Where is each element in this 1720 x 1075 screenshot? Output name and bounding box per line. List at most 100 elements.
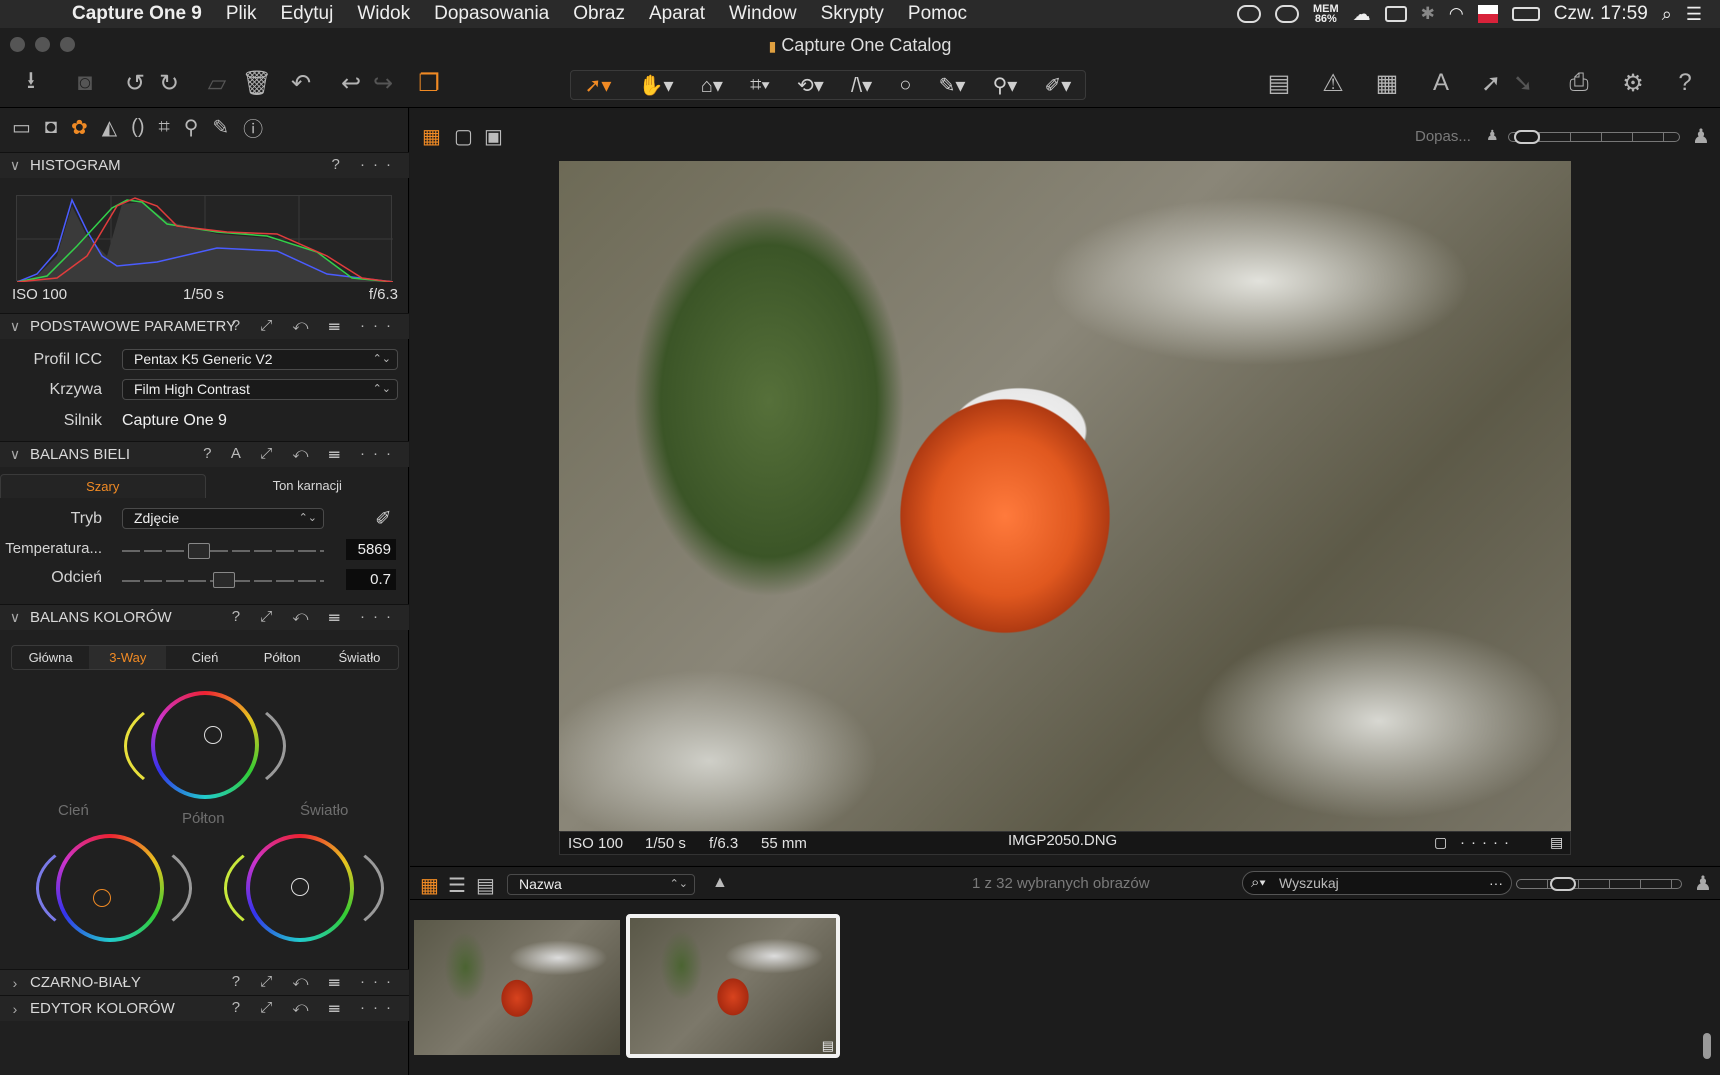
temperature-slider-knob[interactable] [188, 543, 210, 559]
bluetooth-icon[interactable]: ✱ [1421, 4, 1435, 24]
collapse-chevron-icon[interactable]: ∨ [0, 157, 30, 174]
highlight-wheel-handle[interactable] [291, 878, 309, 896]
library-tab-icon[interactable]: ▭ [12, 115, 31, 140]
grid-icon[interactable]: ▦ [1370, 66, 1404, 100]
copy-adjustments-icon[interactable]: ➚ [1474, 66, 1508, 100]
memory-monitor[interactable]: MEM 86% [1313, 4, 1339, 25]
icc-profile-select[interactable]: Pentax K5 Generic V2 ⌃⌄ [122, 349, 398, 370]
curve-select[interactable]: Film High Contrast ⌃⌄ [122, 379, 398, 400]
crop-icon[interactable]: ⌗▾ [750, 74, 770, 97]
tint-value[interactable]: 0.7 [346, 569, 396, 590]
tab-gray[interactable]: Szary [0, 474, 206, 498]
text-overlay-icon[interactable]: A [1424, 66, 1458, 100]
pan-hand-icon[interactable]: ✋▾ [639, 73, 674, 98]
sync-status-icon[interactable] [1237, 5, 1261, 23]
import-icon[interactable]: ⭳ [14, 66, 48, 100]
menu-widok[interactable]: Widok [357, 3, 410, 25]
menu-window[interactable]: Window [729, 3, 797, 25]
input-language-flag-icon[interactable] [1477, 5, 1498, 23]
menu-skrypty[interactable]: Skrypty [821, 3, 884, 25]
wifi-icon[interactable]: ◠ [1449, 4, 1464, 24]
copy-apply-icon[interactable]: ✐▾ [1045, 73, 1072, 98]
viewer-zoom-knob[interactable] [1514, 130, 1540, 144]
variants-icon[interactable]: ❐ [412, 66, 446, 100]
brush-icon[interactable]: ✎▾ [939, 73, 966, 98]
highlight-color-wheel[interactable] [246, 834, 354, 942]
keystone-icon[interactable]: /\▾ [851, 73, 872, 98]
histogram-header[interactable]: ∨ HISTOGRAM ? ··· [0, 152, 409, 178]
collapse-chevron-icon[interactable]: ∨ [0, 318, 30, 335]
battery-icon[interactable] [1511, 7, 1540, 21]
clock[interactable]: Czw. 17:59 [1554, 3, 1648, 25]
black-white-header[interactable]: › CZARNO-BIAŁY ? ⤢ ↶ ☰ ··· [0, 969, 409, 995]
print-icon[interactable]: ⎙ [1562, 66, 1596, 100]
color-tag-icon[interactable]: ▤ [1550, 834, 1563, 851]
shadow-wheel-handle[interactable] [93, 889, 111, 907]
list-view-icon[interactable]: ☰ [448, 873, 466, 898]
browser-scrollbar[interactable] [1703, 1033, 1711, 1059]
expand-chevron-icon[interactable]: › [0, 1001, 30, 1017]
exposure-tab-icon[interactable]: ◭ [102, 115, 117, 140]
tab-master[interactable]: Główna [12, 646, 89, 669]
delete-icon[interactable]: 🗑 [240, 66, 274, 100]
color-balance-header[interactable]: ∨ BALANS KOLORÓW ? ⤢ ↶ ☰ ··· [0, 604, 409, 630]
tint-slider-knob[interactable] [213, 572, 235, 588]
white-balance-controls[interactable]: ? A ⤢ ↶ ☰ ··· [203, 445, 399, 462]
metadata-tab-icon[interactable]: ⓘ [243, 113, 263, 142]
midtone-color-wheel[interactable] [151, 691, 259, 799]
move-to-folder-icon[interactable]: ▱ [200, 66, 234, 100]
color-editor-header[interactable]: › EDYTOR KOLORÓW ? ⤢ ↶ ☰ ··· [0, 995, 409, 1021]
loupe-icon[interactable]: ⌂▾ [701, 73, 723, 98]
select-checkbox-icon[interactable]: ▢ [1434, 834, 1447, 851]
color-picker-icon[interactable]: ⚲▾ [993, 73, 1018, 98]
composition-tab-icon[interactable]: ⌗ [158, 116, 169, 139]
exposure-warning-icon[interactable]: ⚠ [1316, 66, 1350, 100]
color-tab-icon[interactable]: ✿ [71, 115, 88, 140]
select-cursor-icon[interactable]: ➚▾ [585, 73, 612, 98]
sort-select[interactable]: Nazwa ⌃⌄ [507, 874, 695, 895]
shadow-color-wheel[interactable] [56, 834, 164, 942]
sd-card-icon[interactable] [1384, 6, 1407, 22]
tab-shadow[interactable]: Cień [166, 646, 243, 669]
apply-adjustments-icon[interactable]: ➘ [1506, 66, 1540, 100]
white-balance-header[interactable]: ∨ BALANS BIELI ? A ⤢ ↶ ☰ ··· [0, 441, 409, 467]
settings-gear-icon[interactable]: ⚙ [1616, 66, 1650, 100]
thumbnail-1[interactable] [414, 920, 620, 1055]
multi-view-icon[interactable]: ▦ [422, 124, 441, 149]
reset-adjustments-icon[interactable]: ↶ [284, 66, 318, 100]
collapse-chevron-icon[interactable]: ∨ [0, 609, 30, 626]
star-rating-dots[interactable]: ····· [1460, 834, 1515, 851]
rotate-left-icon[interactable]: ↺ [118, 66, 152, 100]
tab-highlight[interactable]: Światło [321, 646, 398, 669]
tab-skin-tone[interactable]: Ton karnacji [206, 474, 410, 498]
redo-icon[interactable]: ↪ [366, 66, 400, 100]
camera-icon[interactable]: ◙ [68, 66, 102, 100]
wb-picker-eyedropper-icon[interactable]: ✐ [375, 506, 392, 531]
menu-plik[interactable]: Plik [226, 3, 257, 25]
collapse-chevron-icon[interactable]: ∨ [0, 446, 30, 463]
search-options-icon[interactable]: ··· [1489, 872, 1503, 894]
temperature-slider[interactable] [122, 550, 324, 552]
thumbnail-size-slider[interactable] [1516, 879, 1682, 889]
undo-icon[interactable]: ↩ [334, 66, 368, 100]
spot-removal-icon[interactable]: ○ [899, 74, 911, 97]
rotate-straighten-icon[interactable]: ⟲▾ [797, 73, 824, 98]
menu-obraz[interactable]: Obraz [573, 3, 625, 25]
sort-direction-icon[interactable]: ▲ [712, 874, 728, 892]
thumbnail-2-selected[interactable]: ▤ [626, 914, 840, 1058]
creative-cloud-icon[interactable] [1275, 5, 1299, 23]
menu-aparat[interactable]: Aparat [649, 3, 705, 25]
search-field[interactable]: ⌕▾ Wyszukaj ··· [1242, 871, 1512, 895]
lens-tab-icon[interactable]: () [131, 116, 144, 139]
spotlight-search-icon[interactable]: ⌕ [1662, 4, 1672, 25]
menu-app-name[interactable]: Capture One 9 [72, 3, 202, 25]
color-editor-controls[interactable]: ? ⤢ ↶ ☰ ··· [232, 999, 399, 1016]
temperature-value[interactable]: 5869 [346, 539, 396, 560]
histogram-controls[interactable]: ? ··· [332, 156, 400, 173]
menu-dopasowania[interactable]: Dopasowania [434, 3, 549, 25]
menu-edytuj[interactable]: Edytuj [281, 3, 334, 25]
capture-tab-icon[interactable]: ◘ [45, 116, 57, 139]
thumbnail-size-knob[interactable] [1550, 877, 1576, 891]
single-view-icon[interactable]: ▢ [454, 124, 473, 149]
local-adjustments-tab-icon[interactable]: ✎ [212, 115, 229, 140]
